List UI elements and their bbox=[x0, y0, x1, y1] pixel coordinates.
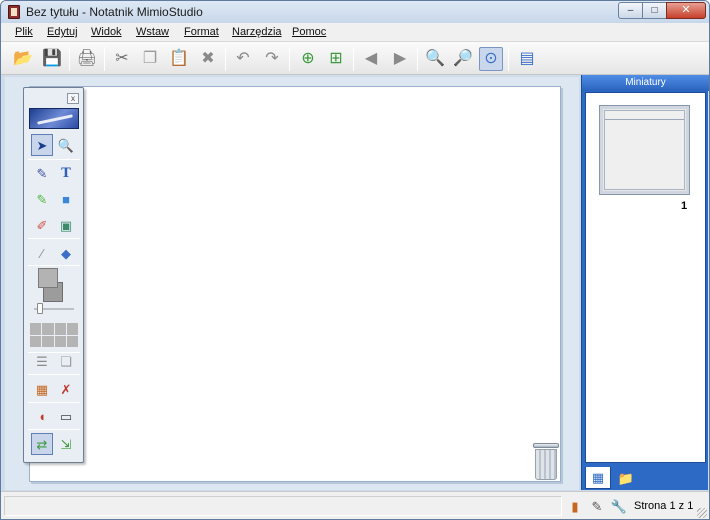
pen-tool-icon[interactable]: ✎ bbox=[31, 162, 53, 184]
minimize-button[interactable]: – bbox=[618, 2, 643, 19]
screen-tool-icon[interactable]: ✗ bbox=[55, 378, 77, 400]
back-icon[interactable]: ◀ bbox=[359, 47, 383, 71]
maximize-button[interactable]: □ bbox=[642, 2, 667, 19]
palette-close-icon[interactable]: x bbox=[67, 93, 79, 104]
thumbnails-header: Miniatury bbox=[582, 75, 709, 91]
status-bar: ▮ ✎ 🔧 Strona 1 z 1 bbox=[1, 491, 709, 519]
toolbar-separator bbox=[69, 47, 70, 71]
menu-plik[interactable]: Plik bbox=[15, 26, 33, 38]
pen-status-icon[interactable]: ✎ bbox=[588, 497, 606, 515]
trash-icon[interactable] bbox=[533, 443, 559, 481]
color-grid[interactable] bbox=[30, 323, 78, 347]
color-cell[interactable] bbox=[42, 323, 54, 335]
color-cell[interactable] bbox=[66, 335, 78, 347]
app-window: Bez tytułu - Notatnik MimioStudio – □ ✕ … bbox=[0, 0, 710, 520]
palette-separator bbox=[28, 238, 80, 239]
window-title: Bez tytułu - Notatnik MimioStudio bbox=[26, 5, 203, 19]
toolbar-separator bbox=[417, 47, 418, 71]
fill-tool-icon[interactable]: ◆ bbox=[55, 242, 77, 264]
color-cell[interactable] bbox=[42, 335, 54, 347]
tools-palette: x ➤ 🔍 ✎ T ✎ ■ ✐ ▣ ⁄ ◆ ☰ ❏ ▦ ✗ ◖ ▭ ⇄ ⇲ bbox=[23, 87, 84, 463]
toolbar-separator bbox=[508, 47, 509, 71]
color-cell[interactable] bbox=[54, 323, 66, 335]
menu-wstaw[interactable]: Wstaw bbox=[136, 26, 169, 38]
main-toolbar: 📂 💾 🖨 ✂ ❐ 📋 ✖ ↶ ↷ ⊕ ⊞ ◀ ▶ 🔍 🔎 ⊙ ▤ bbox=[1, 42, 709, 75]
notebook-canvas[interactable] bbox=[29, 86, 561, 482]
palette-separator bbox=[28, 159, 80, 160]
page-thumbnail[interactable] bbox=[599, 105, 690, 195]
cut-icon[interactable]: ✂ bbox=[110, 47, 134, 71]
zoom-fit-icon[interactable]: ⊙ bbox=[479, 47, 503, 71]
trash-can bbox=[535, 449, 557, 480]
shape-tool-icon[interactable]: ■ bbox=[55, 188, 77, 210]
copy-icon[interactable]: ❐ bbox=[138, 47, 162, 71]
gallery-icon[interactable]: ▦ bbox=[31, 378, 53, 400]
thumbnails-panel: Miniatury 1 ▦ 📁 bbox=[581, 75, 709, 490]
color-cell[interactable] bbox=[30, 323, 42, 335]
title-bar: Bez tytułu - Notatnik MimioStudio – □ ✕ bbox=[1, 1, 709, 23]
tools-status-icon[interactable]: 🔧 bbox=[610, 497, 628, 515]
zoom-in-icon[interactable]: 🔍 bbox=[423, 47, 447, 71]
new-page-icon[interactable]: ⊕ bbox=[296, 47, 320, 71]
new-pages-icon[interactable]: ⊞ bbox=[324, 47, 348, 71]
zoom-out-icon[interactable]: 🔎 bbox=[451, 47, 475, 71]
undo-icon[interactable]: ↶ bbox=[231, 47, 255, 71]
menu-pomoc[interactable]: Pomoc bbox=[292, 26, 326, 38]
zoom-tool-icon[interactable]: 🔍 bbox=[55, 134, 77, 156]
toolbar-separator bbox=[225, 47, 226, 71]
toolbar-separator bbox=[353, 47, 354, 71]
line-style-icon[interactable]: ☰ bbox=[31, 350, 53, 372]
forward-icon[interactable]: ▶ bbox=[388, 47, 412, 71]
layers-icon[interactable]: ❏ bbox=[55, 350, 77, 372]
delete-icon[interactable]: ✖ bbox=[196, 47, 220, 71]
open-icon[interactable]: 📂 bbox=[11, 47, 35, 71]
menu-format[interactable]: Format bbox=[184, 26, 219, 38]
select-tool-icon[interactable]: ➤ bbox=[31, 134, 53, 156]
palette-separator bbox=[28, 374, 80, 375]
palette-separator bbox=[28, 265, 80, 266]
page-thumbnail-number: 1 bbox=[681, 200, 688, 212]
line-color-swatch[interactable] bbox=[38, 268, 58, 288]
mouse-mode-icon[interactable]: ◖ bbox=[31, 405, 53, 427]
record-icon[interactable]: ▭ bbox=[55, 405, 77, 427]
notebook-app-icon bbox=[8, 5, 20, 19]
save-icon[interactable]: 💾 bbox=[40, 47, 64, 71]
palette-banner bbox=[29, 108, 79, 129]
redo-icon[interactable]: ↷ bbox=[260, 47, 284, 71]
menu-edytuj[interactable]: Edytuj bbox=[47, 26, 78, 38]
thumbnails-list: 1 bbox=[585, 92, 706, 463]
notebook-status-icon[interactable]: ▮ bbox=[566, 497, 584, 515]
print-icon[interactable]: 🖨 bbox=[75, 47, 99, 71]
color-cell[interactable] bbox=[66, 323, 78, 335]
menu-narzedzia[interactable]: Narzędzia bbox=[232, 26, 282, 38]
dropper-tool-icon[interactable]: ⁄ bbox=[31, 242, 53, 264]
color-cell[interactable] bbox=[54, 335, 66, 347]
toolbar-separator bbox=[104, 47, 105, 71]
text-tool-icon[interactable]: T bbox=[55, 162, 77, 184]
toolbar-separator bbox=[289, 47, 290, 71]
page-thumbnail-preview bbox=[604, 110, 685, 190]
switch-mode-icon[interactable]: ⇄ bbox=[31, 433, 53, 455]
color-cell[interactable] bbox=[30, 335, 42, 347]
trash-lid bbox=[533, 443, 559, 448]
menu-widok[interactable]: Widok bbox=[91, 26, 122, 38]
view-icon[interactable]: ▤ bbox=[515, 47, 539, 71]
close-button[interactable]: ✕ bbox=[666, 2, 706, 19]
eraser-tool-icon[interactable]: ✐ bbox=[31, 214, 53, 236]
page-indicator: Strona 1 z 1 bbox=[634, 500, 694, 512]
folder-tab-icon[interactable]: 📁 bbox=[613, 467, 639, 489]
highlighter-tool-icon[interactable]: ✎ bbox=[31, 188, 53, 210]
work-area bbox=[5, 77, 579, 490]
paste-icon[interactable]: 📋 bbox=[167, 47, 191, 71]
palette-separator bbox=[28, 429, 80, 430]
menu-bar: Plik Edytuj Widok Wstaw Format Narzędzia… bbox=[1, 23, 709, 42]
transparency-slider-thumb[interactable] bbox=[37, 303, 43, 314]
status-message-area bbox=[4, 496, 562, 516]
thumbnails-tab-icon[interactable]: ▦ bbox=[585, 467, 611, 489]
export-icon[interactable]: ⇲ bbox=[55, 433, 77, 455]
palette-separator bbox=[28, 402, 80, 403]
image-tool-icon[interactable]: ▣ bbox=[55, 214, 77, 236]
resize-grip[interactable] bbox=[697, 508, 707, 518]
